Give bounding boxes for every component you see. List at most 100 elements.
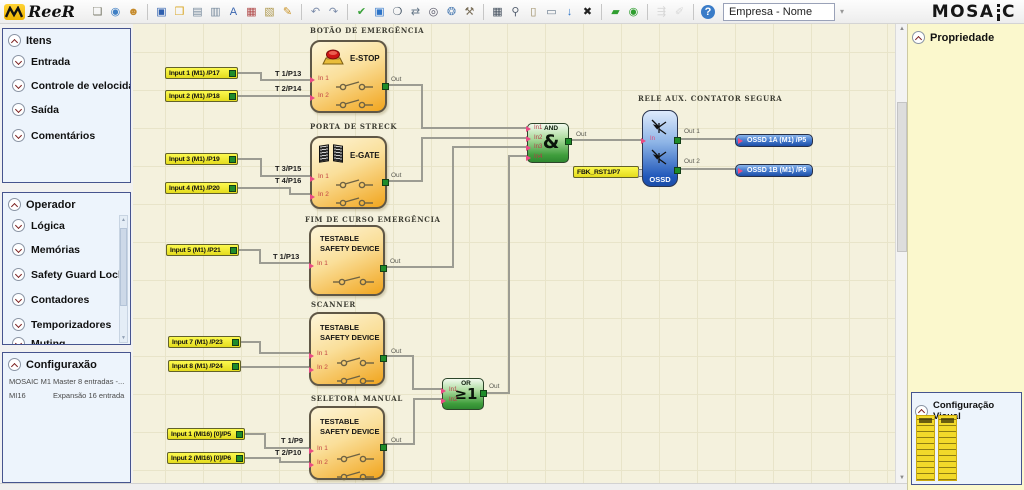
ossd-block[interactable]: OSSD In: [642, 110, 678, 187]
input-tag-1[interactable]: Input 1 (M1) /P17: [165, 67, 238, 79]
port-in-arrow: [310, 77, 318, 83]
panel-configuracao-header[interactable]: Configuraxão: [3, 353, 130, 371]
zoom-icon[interactable]: ⚲: [507, 3, 524, 20]
input-tag-4[interactable]: Input 4 (M1) /P20: [165, 182, 238, 194]
display-icon[interactable]: ▭: [543, 3, 560, 20]
validate-icon[interactable]: ✔: [353, 3, 370, 20]
properties-panel-header[interactable]: Propriedade: [908, 24, 1024, 44]
input-tag-mi16-1[interactable]: Input 1 (MI16) [0]/P5: [167, 428, 245, 440]
ossd-output-tag-1b[interactable]: OSSD 1B (M1) /P6: [735, 164, 813, 177]
module-thumbnail-m1[interactable]: [916, 415, 935, 481]
undo-icon[interactable]: ↶: [307, 3, 324, 20]
sidebar-item-safety-guard-lock[interactable]: Safety Guard Lock: [12, 268, 124, 281]
monitor-icon[interactable]: ▦: [489, 3, 506, 20]
sidebar-item-contadores[interactable]: Contadores: [12, 293, 89, 306]
and-gate-block[interactable]: AND & In1 In2 In3 In4: [527, 123, 569, 163]
sidebar-item-entrada[interactable]: Entrada: [12, 55, 70, 68]
download-icon[interactable]: ↓: [561, 3, 578, 20]
input-tag-7[interactable]: Input 7 (M1) /P23: [168, 336, 241, 348]
toolbar-separator: [693, 4, 694, 20]
ossd-output-tag-1a[interactable]: OSSD 1A (M1) /P5: [735, 134, 813, 147]
estop-block[interactable]: E-STOP In 1 In 2: [310, 40, 387, 113]
chevron-down-icon[interactable]: [12, 219, 25, 232]
sidebar-item-muting[interactable]: Muting: [12, 337, 65, 345]
sidebar-item-temporizadores[interactable]: Temporizadores: [12, 318, 111, 331]
table-icon[interactable]: ▦: [243, 3, 260, 20]
input-tag-3[interactable]: Input 3 (M1) /P19: [165, 153, 238, 165]
print-icon[interactable]: ▤: [189, 3, 206, 20]
sidebar-item-comentarios[interactable]: Comentários: [12, 129, 95, 142]
canvas-vertical-scrollbar[interactable]: ▲ ▼: [895, 24, 907, 483]
chevron-down-icon[interactable]: [12, 318, 25, 331]
wire: [679, 138, 735, 140]
input-tag-8[interactable]: Input 8 (M1) /P24: [168, 360, 241, 372]
operador-scrollbar[interactable]: ▲ ▼: [119, 215, 128, 343]
wire: [452, 146, 527, 148]
chevron-down-icon[interactable]: [12, 337, 25, 345]
save-icon[interactable]: ▣: [153, 3, 170, 20]
help-icon[interactable]: ?: [701, 5, 715, 19]
chevron-down-icon[interactable]: [12, 293, 25, 306]
chevron-down-icon[interactable]: [12, 129, 25, 142]
web-update-icon[interactable]: ◉: [107, 3, 124, 20]
fim-de-curso-block[interactable]: TESTABLE SAFETY DEVICE In 1: [309, 225, 385, 296]
input-tag-5[interactable]: Input 5 (M1) /P21: [166, 244, 239, 256]
collapse-up-icon[interactable]: [8, 34, 21, 47]
config-row-expansion[interactable]: MI16 Expansão 16 entrada: [9, 391, 124, 400]
report-icon[interactable]: A: [225, 3, 242, 20]
run-icon[interactable]: ◉: [625, 3, 642, 20]
port-in-arrow: [309, 263, 317, 269]
seletora-block[interactable]: TESTABLE SAFETY DEVICE In 1 In 2: [309, 406, 385, 480]
input-tag-2[interactable]: Input 2 (M1) /P18: [165, 90, 238, 102]
scrollbar-thumb[interactable]: [120, 228, 127, 306]
panel-itens-header[interactable]: Itens: [3, 29, 130, 47]
notes-icon[interactable]: ▧: [261, 3, 278, 20]
history-icon[interactable]: ⇶: [653, 3, 670, 20]
diagram-canvas[interactable]: BOTÃO DE EMERGÊNCIA PORTA DE STRECK FIM …: [133, 24, 895, 483]
pin-icon[interactable]: ❍: [389, 3, 406, 20]
target-icon[interactable]: ◎: [425, 3, 442, 20]
user-password-icon[interactable]: ☻: [125, 3, 142, 20]
chevron-down-icon[interactable]: [12, 55, 25, 68]
chevron-down-icon[interactable]: [12, 268, 25, 281]
company-name-field[interactable]: Empresa - Nome: [723, 3, 835, 21]
collapse-up-icon[interactable]: [912, 31, 925, 44]
redo-icon[interactable]: ↷: [325, 3, 342, 20]
or-gate-block[interactable]: OR ≥1 In1 In2: [442, 378, 484, 410]
chevron-down-icon[interactable]: [12, 243, 25, 256]
new-project-icon[interactable]: ❏: [89, 3, 106, 20]
log-icon[interactable]: ▯: [525, 3, 542, 20]
port-in-arrow: [738, 168, 746, 174]
module-thumbnail-mi16[interactable]: [938, 415, 957, 481]
tools-icon[interactable]: ⚒: [461, 3, 478, 20]
canvas-horizontal-scrollbar[interactable]: [0, 483, 1024, 490]
sidebar-item-logica[interactable]: Lógica: [12, 219, 65, 232]
log2-icon[interactable]: ✐: [671, 3, 688, 20]
fbk-rst-tag[interactable]: FBK_RST1/P7: [573, 166, 639, 178]
chevron-down-icon[interactable]: [12, 103, 25, 116]
toolbar-overflow-icon[interactable]: ▾: [840, 7, 844, 16]
scrollbar-thumb[interactable]: [897, 102, 907, 252]
disconnect-icon[interactable]: ✖: [579, 3, 596, 20]
collapse-up-icon[interactable]: [8, 198, 21, 211]
connect-icon[interactable]: ❂: [443, 3, 460, 20]
toolbar-separator: [147, 4, 148, 20]
sidebar-item-controle-velocidade[interactable]: Controle de velocidade: [12, 79, 131, 92]
sidebar-item-memorias[interactable]: Memórias: [12, 243, 80, 256]
compare-icon[interactable]: ⇄: [407, 3, 424, 20]
input-tag-mi16-2[interactable]: Input 2 (MI16) [0]/P6: [167, 452, 245, 464]
open-icon[interactable]: ❒: [171, 3, 188, 20]
collapse-up-icon[interactable]: [8, 358, 21, 371]
chevron-down-icon[interactable]: [12, 79, 25, 92]
print-preview-icon[interactable]: ▥: [207, 3, 224, 20]
gate-panel-icon: [333, 144, 343, 162]
egate-block[interactable]: E-GATE In 1 In 2: [310, 136, 387, 209]
edit-icon[interactable]: ✎: [279, 3, 296, 20]
wire-label: T 3/P15: [275, 164, 301, 173]
send-project-icon[interactable]: ▣: [371, 3, 388, 20]
module-io-icon[interactable]: ▰: [607, 3, 624, 20]
sidebar-item-saida[interactable]: Saída: [12, 103, 59, 116]
config-row-master[interactable]: MOSAIC M1 Master 8 entradas -...: [9, 377, 124, 386]
panel-operador-header[interactable]: Operador: [3, 193, 130, 211]
scanner-block[interactable]: TESTABLE SAFETY DEVICE In 1 In 2: [309, 312, 385, 386]
